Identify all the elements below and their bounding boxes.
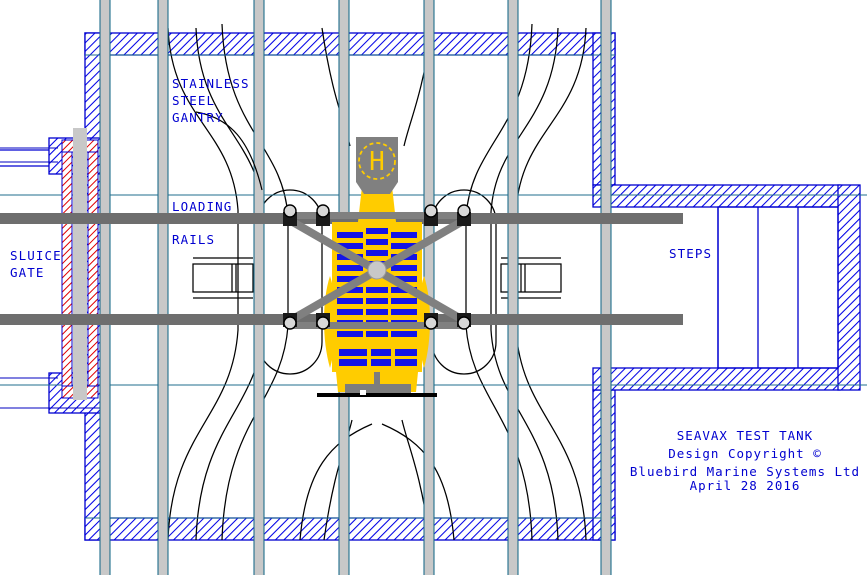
label-sluice-line1: SLUICE xyxy=(10,248,62,263)
trolley-wheel xyxy=(457,204,471,226)
label-sluice-line2: GATE xyxy=(10,265,45,280)
drawing-canvas: H STAINLESS STEEL GANTRY LOADING RAILS S… xyxy=(0,0,867,575)
label-loading: LOADING xyxy=(172,199,232,214)
trolley-wheel xyxy=(457,313,471,330)
trolley-wheel xyxy=(283,204,297,226)
gantry-post xyxy=(253,0,265,575)
label-gantry-line1: STAINLESS xyxy=(172,76,250,91)
trolley-wheel xyxy=(316,313,330,330)
gantry-post xyxy=(99,0,111,575)
title-line-2: Design Copyright © xyxy=(668,446,821,461)
label-steps: STEPS xyxy=(669,246,712,261)
gantry-post xyxy=(600,0,612,575)
trolley-wheel xyxy=(316,204,330,226)
label-gantry-line2: STEEL xyxy=(172,93,215,108)
gantry-post xyxy=(157,0,169,575)
title-line-1: SEAVAX TEST TANK xyxy=(677,428,813,443)
trolley-wheel xyxy=(424,313,438,330)
trolley-wheel xyxy=(283,313,297,330)
gantry-post xyxy=(507,0,519,575)
title-line-3: Bluebird Marine Systems Ltd xyxy=(630,464,860,479)
gantry-hub xyxy=(367,260,387,280)
trolley-wheel xyxy=(424,204,438,226)
helipad-h-marking: H xyxy=(369,147,385,177)
label-rails: RAILS xyxy=(172,232,215,247)
title-line-4: April 28 2016 xyxy=(690,478,801,493)
cad-drawing-svg: H STAINLESS STEEL GANTRY LOADING RAILS S… xyxy=(0,0,867,575)
label-gantry-line3: GANTRY xyxy=(172,110,224,125)
